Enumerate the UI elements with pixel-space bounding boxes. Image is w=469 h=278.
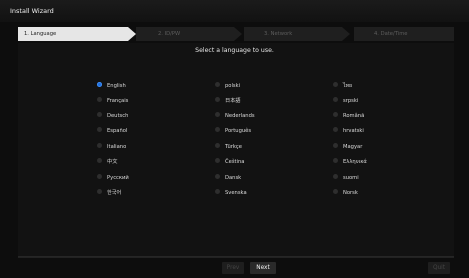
lang-label: Português — [225, 128, 252, 134]
lang-label: polski — [225, 83, 241, 89]
next-button[interactable]: Next — [250, 262, 276, 274]
radio-icon — [333, 189, 338, 194]
step-date-time: 4. Date/Time — [354, 27, 454, 41]
radio-icon — [97, 112, 102, 117]
lang-label: suomi — [343, 175, 359, 181]
lang-label: ไทย — [343, 83, 353, 89]
window-title: Install Wizard — [0, 0, 469, 22]
radio-icon — [97, 174, 102, 179]
lang-option-francais[interactable]: Français — [97, 96, 128, 106]
radio-icon — [215, 127, 220, 132]
radio-icon — [97, 127, 102, 132]
step-label: 2. ID/PW — [158, 31, 181, 37]
lang-option-english[interactable]: English — [97, 81, 126, 91]
radio-icon — [333, 143, 338, 148]
radio-icon — [333, 174, 338, 179]
radio-icon — [215, 174, 220, 179]
step-id-pw: 2. ID/PW — [136, 27, 242, 41]
step-language: 1. Language — [18, 27, 136, 41]
radio-icon — [333, 82, 338, 87]
quit-button[interactable]: Quit — [428, 262, 450, 274]
lang-label: Türkçe — [225, 144, 242, 150]
footer-divider — [18, 257, 454, 258]
lang-option-svenska[interactable]: Svenska — [215, 188, 247, 198]
wizard-steps: 1. Language 2. ID/PW 3. Network 4. Date/… — [18, 27, 454, 41]
lang-option-greek[interactable]: Ελληνικά — [333, 157, 367, 167]
lang-label: Deutsch — [107, 113, 129, 119]
lang-option-portugues[interactable]: Português — [215, 126, 251, 136]
radio-icon — [97, 143, 102, 148]
lang-label: Norsk — [343, 190, 358, 196]
radio-icon — [215, 112, 220, 117]
radio-icon — [333, 112, 338, 117]
lang-label: Dansk — [225, 175, 242, 181]
radio-icon — [97, 97, 102, 102]
radio-icon — [97, 158, 102, 163]
lang-option-dansk[interactable]: Dansk — [215, 173, 241, 183]
lang-option-espanol[interactable]: Español — [97, 126, 127, 136]
lang-label: Español — [107, 128, 128, 134]
lang-option-hrvatski[interactable]: hrvatski — [333, 126, 364, 136]
step-label: 4. Date/Time — [374, 31, 408, 37]
lang-option-turkce[interactable]: Türkçe — [215, 142, 242, 152]
lang-label: 한국어 — [107, 190, 122, 196]
lang-option-russian[interactable]: Русский — [97, 173, 129, 183]
radio-icon — [215, 97, 220, 102]
lang-option-suomi[interactable]: suomi — [333, 173, 359, 183]
step-network: 3. Network — [244, 27, 350, 41]
step-label: 3. Network — [264, 31, 293, 37]
lang-option-cestina[interactable]: Čeština — [215, 157, 244, 167]
lang-option-polski[interactable]: polski — [215, 81, 240, 91]
lang-label: srpski — [343, 98, 359, 104]
lang-label: Română — [343, 113, 365, 119]
lang-label: Svenska — [225, 190, 247, 196]
step-arrow — [234, 27, 242, 41]
step-arrow — [342, 27, 350, 41]
lang-option-japanese[interactable]: 日本語 — [215, 96, 241, 106]
radio-icon — [215, 189, 220, 194]
radio-icon — [97, 189, 102, 194]
radio-icon — [215, 143, 220, 148]
lang-option-nederlands[interactable]: Nederlands — [215, 111, 255, 121]
step-label: 1. Language — [24, 31, 57, 37]
language-prompt: Select a language to use. — [195, 47, 274, 54]
step-arrow — [128, 27, 136, 41]
lang-option-srpski[interactable]: srpski — [333, 96, 358, 106]
radio-icon — [215, 158, 220, 163]
lang-label: Italiano — [107, 144, 127, 150]
lang-option-norsk[interactable]: Norsk — [333, 188, 358, 198]
lang-label: Русский — [107, 175, 129, 181]
lang-label: Čeština — [225, 159, 245, 165]
lang-option-magyar[interactable]: Magyar — [333, 142, 362, 152]
lang-option-korean[interactable]: 한국어 — [97, 188, 121, 198]
lang-option-chinese[interactable]: 中文 — [97, 157, 117, 167]
lang-label: Nederlands — [225, 113, 255, 119]
lang-label: Ελληνικά — [343, 159, 367, 165]
radio-icon — [215, 82, 220, 87]
lang-option-romana[interactable]: Română — [333, 111, 364, 121]
prev-button[interactable]: Prev — [222, 262, 244, 274]
radio-icon — [333, 158, 338, 163]
radio-icon — [333, 127, 338, 132]
lang-label: hrvatski — [343, 128, 364, 134]
lang-label: 中文 — [107, 159, 118, 165]
radio-icon — [333, 97, 338, 102]
lang-label: Magyar — [343, 144, 363, 150]
lang-label: 日本語 — [225, 98, 241, 104]
lang-label: Français — [107, 98, 129, 104]
lang-label: English — [107, 83, 126, 89]
lang-option-deutsch[interactable]: Deutsch — [97, 111, 128, 121]
lang-option-italiano[interactable]: Italiano — [97, 142, 126, 152]
lang-option-thai[interactable]: ไทย — [333, 81, 352, 91]
radio-selected-icon — [97, 82, 102, 87]
